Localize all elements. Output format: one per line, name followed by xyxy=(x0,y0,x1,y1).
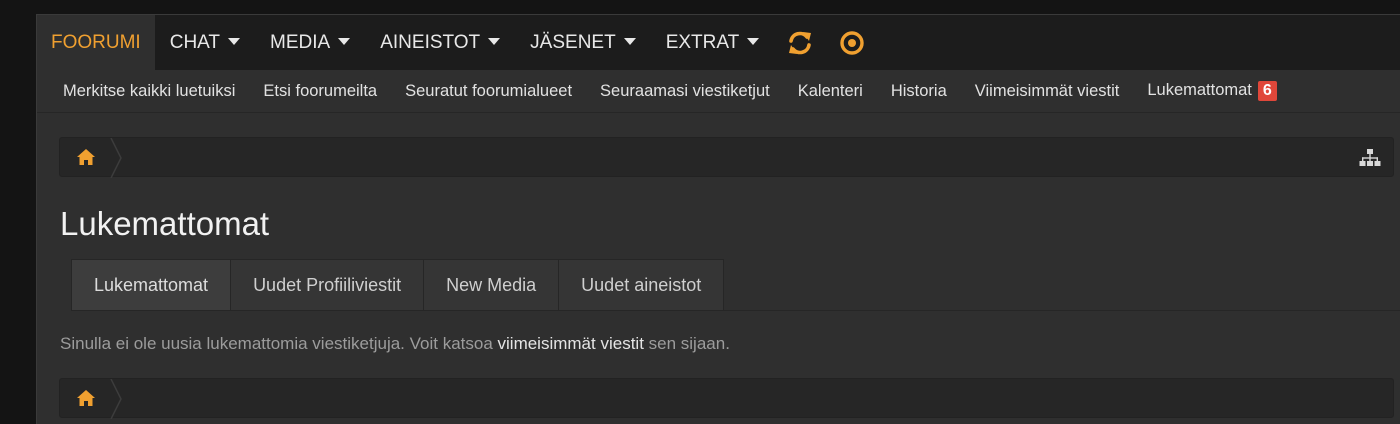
tab-jasenet[interactable]: JÄSENET xyxy=(515,15,651,70)
tab-new-media[interactable]: New Media xyxy=(423,259,560,311)
link-calendar[interactable]: Kalenteri xyxy=(784,82,877,101)
link-watched-threads[interactable]: Seuraamasi viestiketjut xyxy=(586,82,784,101)
link-search-forums[interactable]: Etsi foorumeilta xyxy=(249,82,391,101)
sub-navigation: Merkitse kaikki luetuiksi Etsi foorumeil… xyxy=(37,70,1400,113)
refresh-icon xyxy=(789,31,812,54)
tab-foorumi[interactable]: FOORUMI xyxy=(37,15,155,70)
home-icon xyxy=(77,149,95,165)
breadcrumb-separator-icon xyxy=(110,379,122,419)
tabs-divider xyxy=(71,310,1400,311)
chevron-down-icon xyxy=(623,38,636,45)
tab-label: FOORUMI xyxy=(51,31,141,53)
tab-label: MEDIA xyxy=(270,31,331,53)
link-mark-all-read[interactable]: Merkitse kaikki luetuiksi xyxy=(49,82,249,101)
link-unread-label: Lukemattomat xyxy=(1147,81,1252,99)
empty-state-message: Sinulla ei ole uusia lukemattomia viesti… xyxy=(60,334,730,354)
page-title: Lukemattomat xyxy=(60,205,270,242)
latest-posts-link[interactable]: viimeisimmät viestit xyxy=(498,334,644,353)
tab-media[interactable]: MEDIA xyxy=(255,15,365,70)
sitemap-icon[interactable] xyxy=(1359,148,1381,168)
chevron-down-icon xyxy=(338,38,351,45)
tab-new-profile-posts[interactable]: Uudet Profiiliviestit xyxy=(230,259,425,311)
target-icon xyxy=(840,30,864,55)
tab-label: EXTRAT xyxy=(665,31,740,53)
breadcrumb-separator-icon xyxy=(110,138,122,178)
chevron-down-icon xyxy=(747,38,760,45)
top-navigation: FOORUMI CHAT MEDIA AINEISTOT JÄSENET EXT… xyxy=(37,15,1400,70)
target-button[interactable] xyxy=(826,15,878,70)
link-unread[interactable]: Lukemattomat 6 xyxy=(1133,81,1290,101)
tab-new-resources[interactable]: Uudet aineistot xyxy=(558,259,725,311)
home-icon xyxy=(77,390,95,406)
content-tabs: Lukemattomat Uudet Profiiliviestit New M… xyxy=(71,259,725,311)
tab-label: AINEISTOT xyxy=(380,31,481,53)
chevron-down-icon xyxy=(488,38,501,45)
message-text: Sinulla ei ole uusia lukemattomia viesti… xyxy=(60,334,498,353)
link-history[interactable]: Historia xyxy=(877,82,961,101)
link-latest-posts[interactable]: Viimeisimmät viestit xyxy=(961,82,1134,101)
refresh-button[interactable] xyxy=(774,15,826,70)
tab-unread[interactable]: Lukemattomat xyxy=(71,259,232,311)
unread-count-badge: 6 xyxy=(1257,81,1277,101)
link-watched-forums[interactable]: Seuratut foorumialueet xyxy=(391,82,586,101)
breadcrumb-home[interactable] xyxy=(60,138,122,178)
breadcrumb-home[interactable] xyxy=(60,379,122,419)
breadcrumb-bottom xyxy=(59,378,1394,419)
breadcrumb xyxy=(59,137,1394,178)
message-text-end: sen sijaan. xyxy=(643,334,730,353)
tab-label: JÄSENET xyxy=(530,31,616,53)
tab-label: CHAT xyxy=(169,31,221,53)
forum-window: FOORUMI CHAT MEDIA AINEISTOT JÄSENET EXT… xyxy=(36,14,1400,424)
tab-extrat[interactable]: EXTRAT xyxy=(651,15,775,70)
chevron-down-icon xyxy=(228,38,241,45)
tab-aineistot[interactable]: AINEISTOT xyxy=(365,15,515,70)
tab-chat[interactable]: CHAT xyxy=(155,15,255,70)
